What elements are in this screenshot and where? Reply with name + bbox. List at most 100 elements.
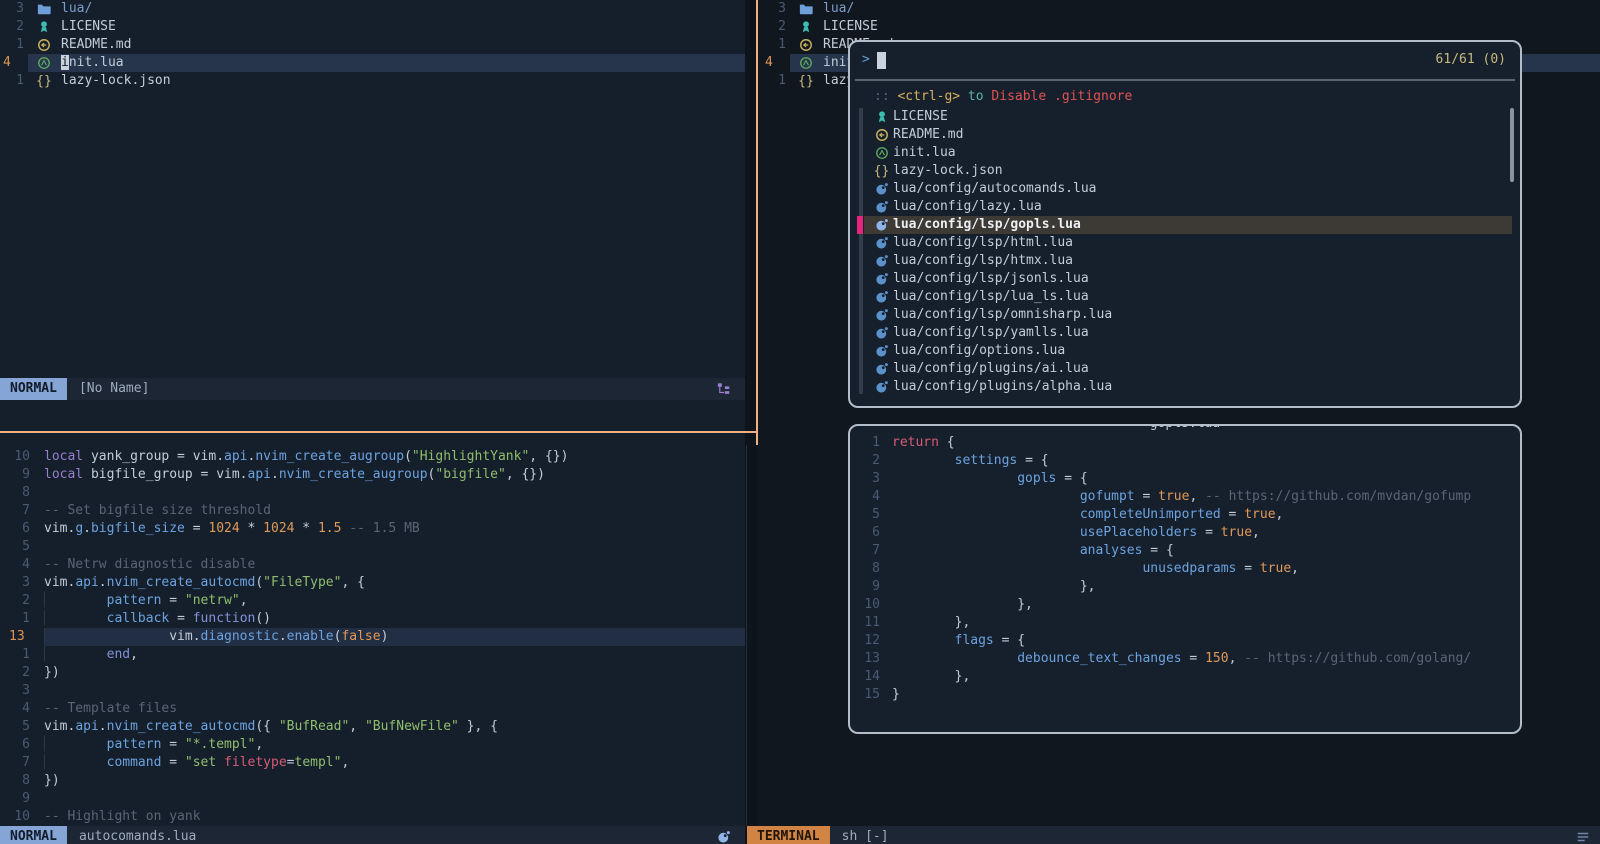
preview-line: 2 settings = { [858,452,1518,470]
fzf-result-item[interactable]: lua/config/lsp/lua_ls.lua [850,288,1512,306]
license-icon [36,19,52,35]
file-path: init.lua [893,144,956,162]
fzf-result-item[interactable]: README.md [850,126,1512,144]
preview-line: 14 }, [858,668,1518,686]
lua-icon [717,829,733,844]
line-number: 7 [0,754,30,772]
explorer-row[interactable]: 2LICENSE [762,18,1600,36]
line-number: 2 [0,592,30,610]
fzf-result-item[interactable]: lua/config/lsp/html.lua [850,234,1512,252]
file-name: lazy-lock.json [61,72,171,90]
fzf-result-item[interactable]: lua/config/plugins/ai.lua [850,360,1512,378]
code-line[interactable]: 5vim.api.nvim_create_autocmd({ "BufRead"… [0,718,745,736]
code-text: local bigfile_group = vim.api.nvim_creat… [44,466,545,484]
file-path: lua/config/lazy.lua [893,198,1042,216]
fzf-picker-window: > 61/61 (0) :: <ctrl-g> to Disable .giti… [848,40,1522,408]
code-line[interactable]: 9local bigfile_group = vim.api.nvim_crea… [0,466,745,484]
readme-icon [874,128,889,143]
code-line[interactable]: 2}) [0,664,745,682]
code-line[interactable]: 10 -- Highlight on yank [0,808,745,826]
preview-line: 4 gofumpt = true, -- https://github.com/… [858,488,1518,506]
line-number: 2 [858,452,880,470]
code-text: -- Highlight on yank [44,808,201,826]
explorer-row[interactable]: 1README.md [0,36,745,54]
code-line[interactable]: 1▏ callback = function() [0,610,745,628]
code-line[interactable]: 8 [0,484,745,502]
code-line[interactable]: 7-- Set bigfile size threshold [0,502,745,520]
preview-line: 6 usePlaceholders = true, [858,524,1518,542]
code-line[interactable]: 5 [0,538,745,556]
code-text: -- Set bigfile size threshold [44,502,271,520]
code-line[interactable]: 7▏ command = "set filetype=templ", [0,754,745,772]
code-text: }, [892,668,970,686]
fzf-result-item[interactable]: init.lua [850,144,1512,162]
lua-icon [874,290,889,305]
line-number: 10 [858,596,880,614]
lua-icon [874,218,889,233]
code-line[interactable]: 8}) [0,772,745,790]
line-number: 4 [0,556,30,574]
line-number: 4 [858,488,880,506]
preview-code: 1return {2 settings = {3 gopls = {4 gofu… [858,434,1518,704]
line-number: 3 [0,574,30,592]
explorer-row[interactable]: 4init.lua [0,54,745,72]
buffer-name: [No Name] [79,378,149,400]
explorer-row[interactable]: 2LICENSE [0,18,745,36]
code-line[interactable]: 6▏ pattern = "*.templ", [0,736,745,754]
fzf-result-item[interactable]: lua/config/lsp/omnisharp.lua [850,306,1512,324]
code-line[interactable]: 3vim.api.nvim_create_autocmd("FileType",… [0,574,745,592]
file-name: lua/ [61,0,92,18]
explorer-row[interactable]: 3lua/ [762,0,1600,18]
line-number: 10 [0,808,30,826]
terminal-statusline: TERMINAL sh [-] [747,826,1600,844]
code-line[interactable]: 10local yank_group = vim.api.nvim_create… [0,448,745,466]
line-number: 4 [0,700,30,718]
file-path: lua/config/lsp/jsonls.lua [893,270,1089,288]
fzf-prompt[interactable]: > 61/61 (0) [862,50,1506,70]
file-path: lua/config/autocomands.lua [893,180,1097,198]
code-line[interactable]: 6vim.g.bigfile_size = 1024 * 1024 * 1.5 … [0,520,745,538]
fzf-result-item[interactable]: LICENSE [850,108,1512,126]
fzf-result-item[interactable]: lua/config/lsp/htmx.lua [850,252,1512,270]
explorer-row[interactable]: 1{}lazy-lock.json [0,72,745,90]
file-name: lua/ [823,0,854,18]
line-number: 6 [0,736,30,754]
code-line[interactable]: 13▏ vim.diagnostic.enable(false) [0,628,745,646]
folder-icon [36,1,52,17]
code-editor: 10local yank_group = vim.api.nvim_create… [0,448,745,826]
fzf-result-item[interactable]: lua/config/lazy.lua [850,198,1512,216]
preview-window: gopls.lua 1return {2 settings = {3 gopls… [848,424,1522,734]
preview-line: 11 }, [858,614,1518,632]
init-lua-icon [36,55,52,71]
fzf-result-item[interactable]: lua/config/lsp/jsonls.lua [850,270,1512,288]
code-line[interactable]: 9 [0,790,745,808]
file-name: autocomands.lua [79,826,196,844]
match-counter: 61/61 (0) [1436,50,1506,70]
code-line[interactable]: 2▏ pattern = "netrw", [0,592,745,610]
file-name: LICENSE [823,18,878,36]
preview-line: 1return { [858,434,1518,452]
fzf-result-item[interactable]: lua/config/autocomands.lua [850,180,1512,198]
code-line[interactable]: 4-- Netrw diagnostic disable [0,556,745,574]
code-line[interactable]: 1▏ end, [0,646,745,664]
file-path: README.md [893,126,963,144]
mode-badge: NORMAL [0,826,67,844]
fzf-result-item[interactable]: lua/config/options.lua [850,342,1512,360]
fzf-result-item[interactable]: lua/config/lsp/yamlls.lua [850,324,1512,342]
fzf-result-item[interactable]: lua/config/lsp/gopls.lua [850,216,1512,234]
file-path: lua/config/plugins/alpha.lua [893,378,1112,396]
preview-line: 7 analyses = { [858,542,1518,560]
code-line[interactable]: 3 [0,682,745,700]
file-name: init.lua [61,54,124,72]
fzf-result-item[interactable]: {}lazy-lock.json [850,162,1512,180]
code-text: ▏ vim.diagnostic.enable(false) [44,628,388,646]
code-line[interactable]: 4-- Template files [0,700,745,718]
fzf-result-item[interactable]: lua/config/plugins/alpha.lua [850,378,1512,396]
line-number: 9 [0,790,30,808]
line-number: 4 [762,54,786,72]
line-number: 1 [762,72,786,90]
lua-icon [874,272,889,287]
line-number: 1 [0,610,30,628]
line-number: 12 [858,632,880,650]
explorer-row[interactable]: 3lua/ [0,0,745,18]
